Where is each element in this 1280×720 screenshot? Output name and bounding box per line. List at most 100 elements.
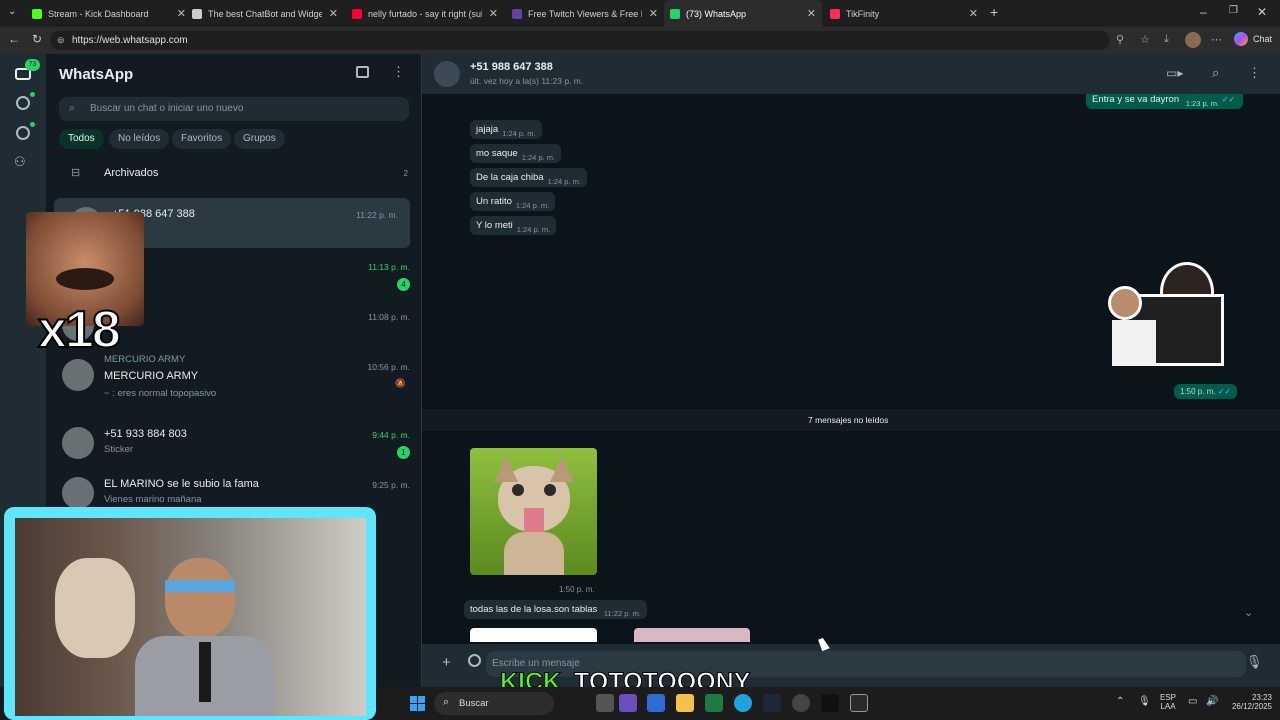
app-icon[interactable] — [647, 694, 665, 712]
tab-close-icon[interactable]: ✕ — [489, 7, 498, 20]
incoming-message: jajaja 1:24 p. m. — [470, 120, 542, 139]
tab-close-icon[interactable]: ✕ — [177, 7, 186, 20]
message-time: 1:24 p. m. — [502, 129, 536, 138]
url-input[interactable]: ⊜ https://web.whatsapp.com — [50, 31, 1110, 50]
language-indicator[interactable]: ESP LAA — [1160, 693, 1176, 711]
incoming-message: Un ratito 1:24 p. m. — [470, 192, 556, 211]
menu-icon[interactable]: ⋯ — [1211, 33, 1222, 46]
volume-icon[interactable]: 🔊 — [1206, 696, 1218, 707]
excel-icon[interactable] — [705, 694, 723, 712]
edge-icon[interactable] — [734, 694, 752, 712]
sticker-time-chip: 1:50 p. m. ✓✓ — [1174, 384, 1238, 399]
clock[interactable]: 23:23 26/12/2025 — [1228, 693, 1272, 711]
favorites-icon[interactable]: ☆ — [1140, 33, 1150, 46]
channels-icon[interactable] — [16, 126, 30, 140]
unread-divider: 7 mensajes no leídos — [422, 409, 1280, 431]
message-time: 1:24 p. m. — [547, 177, 581, 186]
browser-tab[interactable]: (73) WhatsApp ✕ — [664, 0, 822, 27]
network-icon[interactable]: ▭ — [1188, 696, 1197, 707]
tab-favicon-icon — [32, 8, 42, 19]
status-icon[interactable] — [16, 96, 30, 110]
filter-chip[interactable]: Grupos — [234, 129, 285, 149]
task-view-icon[interactable] — [596, 694, 614, 712]
chat-list-item[interactable]: +51 933 884 803 Sticker 9:44 p. m. 1 — [46, 418, 422, 468]
site-info-icon[interactable]: ⊜ — [57, 31, 65, 50]
read-ticks-icon: ✓✓ — [1217, 387, 1232, 396]
image-message[interactable] — [470, 448, 597, 575]
url-text: https://web.whatsapp.com — [72, 35, 188, 46]
reload-icon[interactable]: ↻ — [32, 32, 42, 46]
unread-count-badge: 73 — [25, 59, 40, 71]
search-input[interactable]: ⌕ Buscar un chat o iniciar uno nuevo — [59, 97, 409, 121]
tab-close-icon[interactable]: ✕ — [807, 7, 816, 20]
reaction-mouth — [56, 268, 114, 290]
microphone-icon[interactable]: 🎙 — [1246, 654, 1263, 670]
download-icon[interactable]: ⤓ — [1164, 33, 1169, 46]
chat-preview: Sticker — [104, 444, 134, 455]
window-close-icon[interactable]: ✕ — [1257, 5, 1267, 19]
profile-avatar[interactable] — [1185, 32, 1201, 48]
kitten-eye-left — [512, 484, 524, 496]
minimize-icon[interactable]: – — [1200, 5, 1207, 19]
message-time: 1:24 p. m. — [515, 201, 550, 210]
app-title: WhatsApp — [59, 66, 134, 83]
image-time: 1:50 p. m. — [559, 585, 595, 594]
tab-title: Free Twitch Viewers & Free Kick Vi — [528, 8, 642, 19]
restore-icon[interactable]: ❐ — [1229, 5, 1238, 16]
message-text: De la caja chiba — [476, 172, 544, 183]
unread-badge: 4 — [397, 278, 410, 291]
new-chat-icon[interactable] — [356, 66, 369, 78]
file-explorer-icon[interactable] — [676, 694, 694, 712]
app-icon[interactable] — [619, 694, 637, 712]
chat-preview: ~ : eres normal topopasivo — [104, 388, 217, 399]
browser-tab-bar: ⌄ Stream - Kick Dashboard ✕ The best ChatB… — [0, 0, 1280, 27]
chat-name: EL MARINO se le subio la fama — [104, 478, 259, 490]
browser-tab[interactable]: nelly furtado - say it right (sub ✕ — [346, 0, 504, 27]
tray-chevron-icon[interactable]: ⌃ — [1116, 696, 1124, 707]
archived-label: Archivados — [104, 167, 159, 179]
tab-close-icon[interactable]: ✕ — [649, 7, 658, 20]
extensions-icon[interactable]: ⚲ — [1116, 33, 1124, 46]
communities-icon[interactable]: ⚇ — [14, 154, 26, 170]
new-tab-icon[interactable]: + — [990, 4, 998, 20]
obs-icon[interactable] — [792, 694, 810, 712]
contact-avatar[interactable] — [434, 61, 460, 87]
filter-chip[interactable]: Todos — [59, 129, 104, 149]
image-message-partial[interactable] — [470, 628, 597, 642]
back-icon[interactable]: ← — [8, 32, 20, 46]
conversation-header[interactable]: +51 988 647 388 últ. vez hoy a la(s) 11:… — [422, 54, 1280, 94]
browser-tab[interactable]: TikFinity ✕ — [824, 0, 984, 27]
video-call-icon[interactable]: ▭▸ — [1166, 66, 1183, 80]
browser-tab[interactable]: The best ChatBot and Widgets for ✕ — [186, 0, 344, 27]
microphone-tray-icon[interactable]: 🎙 — [1138, 696, 1151, 707]
tab-close-icon[interactable]: ✕ — [969, 7, 978, 20]
emoji-icon[interactable] — [468, 654, 481, 667]
epic-games-icon[interactable] — [850, 694, 868, 712]
steam-icon[interactable] — [763, 694, 781, 712]
image-message-partial[interactable] — [634, 628, 750, 642]
browser-tab[interactable]: Free Twitch Viewers & Free Kick Vi ✕ — [506, 0, 664, 27]
tab-favicon-icon — [352, 8, 362, 19]
tab-title: Stream - Kick Dashboard — [48, 8, 149, 19]
browser-tab[interactable]: Stream - Kick Dashboard ✕ — [26, 0, 192, 27]
attach-icon[interactable]: + — [442, 654, 451, 671]
chat-menu-icon[interactable]: ⋮ — [1248, 65, 1261, 81]
sticker-image[interactable] — [1108, 260, 1226, 366]
search-chat-icon[interactable]: ⌕ — [1212, 65, 1219, 81]
copilot-chat-label[interactable]: Chat — [1253, 34, 1272, 44]
archived-row[interactable]: ⊟ Archivados 2 — [46, 162, 422, 186]
channels-dot — [30, 122, 35, 127]
filter-chip[interactable]: No leídos — [109, 129, 170, 149]
sidebar-menu-icon[interactable]: ⋮ — [392, 64, 405, 80]
copilot-icon[interactable] — [1234, 32, 1248, 46]
kitten-body — [504, 532, 564, 575]
scroll-down-icon[interactable]: ⌄ — [1244, 606, 1253, 619]
incoming-message: mo saque 1:24 p. m. — [470, 144, 562, 163]
tiktok-icon[interactable] — [821, 694, 839, 712]
headband — [165, 580, 235, 592]
tab-list-icon[interactable]: ⌄ — [8, 6, 16, 17]
tab-close-icon[interactable]: ✕ — [329, 7, 338, 20]
start-icon[interactable] — [410, 696, 425, 711]
taskbar-search[interactable]: ⌕ Buscar — [434, 692, 554, 715]
filter-chip[interactable]: Favoritos — [172, 129, 232, 149]
